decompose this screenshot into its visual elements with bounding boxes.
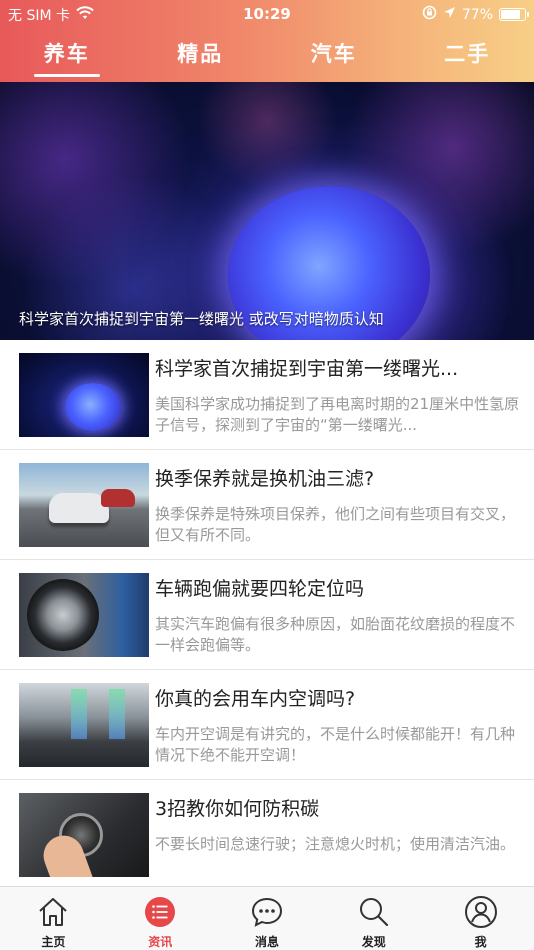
news-description: 美国科学家成功捕捉到了再电离时期的21厘米中性氢原子信号，探测到了宇宙的“第一缕… <box>155 395 520 434</box>
news-title: 你真的会用车内空调吗? <box>155 688 356 710</box>
top-tabs: 养车 精品 汽车 二手 <box>0 38 534 82</box>
tab-ershou[interactable]: 二手 <box>401 38 534 82</box>
news-item[interactable]: 科学家首次捕捉到宇宙第一缕曙光... 美国科学家成功捕捉到了再电离时期的21厘米… <box>0 340 534 450</box>
news-thumbnail <box>19 353 149 437</box>
news-description: 换季保养是特殊项目保养，他们之间有些项目有交叉，但又有所不同。 <box>155 505 516 544</box>
battery-icon <box>499 8 529 21</box>
tab-label: 养车 <box>43 42 90 66</box>
wheel-image <box>27 579 99 651</box>
news-thumbnail <box>19 683 149 767</box>
news-item[interactable]: 你真的会用车内空调吗? 车内开空调是有讲究的，不是什么时候都能开！有几种情况下绝… <box>0 670 534 780</box>
news-description: 其实汽车跑偏有很多种原因，如胎面花纹磨损的程度不一样会跑偏等。 <box>155 615 516 654</box>
chat-icon <box>251 897 282 927</box>
tab-label: 二手 <box>444 42 491 66</box>
airflow-arrow-image <box>109 689 125 739</box>
tab-yangche[interactable]: 养车 <box>0 38 134 82</box>
nav-label: 我 <box>474 935 487 949</box>
banner-caption: 科学家首次捕捉到宇宙第一缕曙光 或改写对暗物质认知 <box>19 310 384 328</box>
nav-news[interactable]: 资讯 <box>107 887 214 950</box>
news-title: 3招教你如何防积碳 <box>155 798 320 820</box>
location-icon <box>443 6 456 23</box>
nav-label: 消息 <box>254 935 279 949</box>
nav-label: 资讯 <box>148 935 173 949</box>
nav-label: 发现 <box>361 935 386 949</box>
news-thumbnail <box>19 793 149 877</box>
search-icon <box>359 898 388 927</box>
news-item[interactable]: 车辆跑偏就要四轮定位吗 其实汽车跑偏有很多种原因，如胎面花纹磨损的程度不一样会跑… <box>0 560 534 670</box>
airflow-arrow-image <box>71 689 87 739</box>
tab-label: 汽车 <box>310 42 357 66</box>
news-description: 不要长时间怠速行驶；注意熄火时机；使用清洁汽油。 <box>155 835 516 853</box>
tab-qiche[interactable]: 汽车 <box>267 38 401 82</box>
car-image <box>101 489 135 507</box>
planet-image <box>65 383 121 431</box>
bottom-nav: 主页 资讯 消息 发现 我 <box>0 886 534 950</box>
news-title: 换季保养就是换机油三滤? <box>155 468 375 490</box>
tab-label: 精品 <box>177 42 224 66</box>
banner[interactable]: 科学家首次捕捉到宇宙第一缕曙光 或改写对暗物质认知 <box>0 82 534 340</box>
battery-percent: 77% <box>461 6 493 23</box>
nav-messages[interactable]: 消息 <box>214 887 321 950</box>
status-right: 77% <box>422 5 529 24</box>
rotation-lock-icon <box>422 5 437 24</box>
news-item[interactable]: 3招教你如何防积碳 不要长时间怠速行驶；注意熄火时机；使用清洁汽油。 <box>0 780 534 890</box>
status-bar: 无 SIM 卡 10:29 77% <box>0 0 534 28</box>
news-title: 车辆跑偏就要四轮定位吗 <box>155 578 365 600</box>
news-item[interactable]: 换季保养就是换机油三滤? 换季保养是特殊项目保养，他们之间有些项目有交叉，但又有… <box>0 450 534 560</box>
news-description: 车内开空调是有讲究的，不是什么时候都能开！有几种情况下绝不能开空调！ <box>155 725 516 764</box>
news-title: 科学家首次捕捉到宇宙第一缕曙光... <box>155 358 459 380</box>
battery-fill <box>501 10 521 19</box>
tab-jingpin[interactable]: 精品 <box>134 38 268 82</box>
list-icon <box>145 897 176 927</box>
home-icon <box>39 898 68 926</box>
news-thumbnail <box>19 573 149 657</box>
nav-discover[interactable]: 发现 <box>320 887 427 950</box>
car-image <box>49 493 109 523</box>
nav-home[interactable]: 主页 <box>0 887 107 950</box>
news-thumbnail <box>19 463 149 547</box>
nav-label: 主页 <box>41 935 66 949</box>
user-icon <box>464 896 497 928</box>
nav-profile[interactable]: 我 <box>427 887 534 950</box>
header: 无 SIM 卡 10:29 77% 养车 精品 汽车 二手 <box>0 0 534 82</box>
